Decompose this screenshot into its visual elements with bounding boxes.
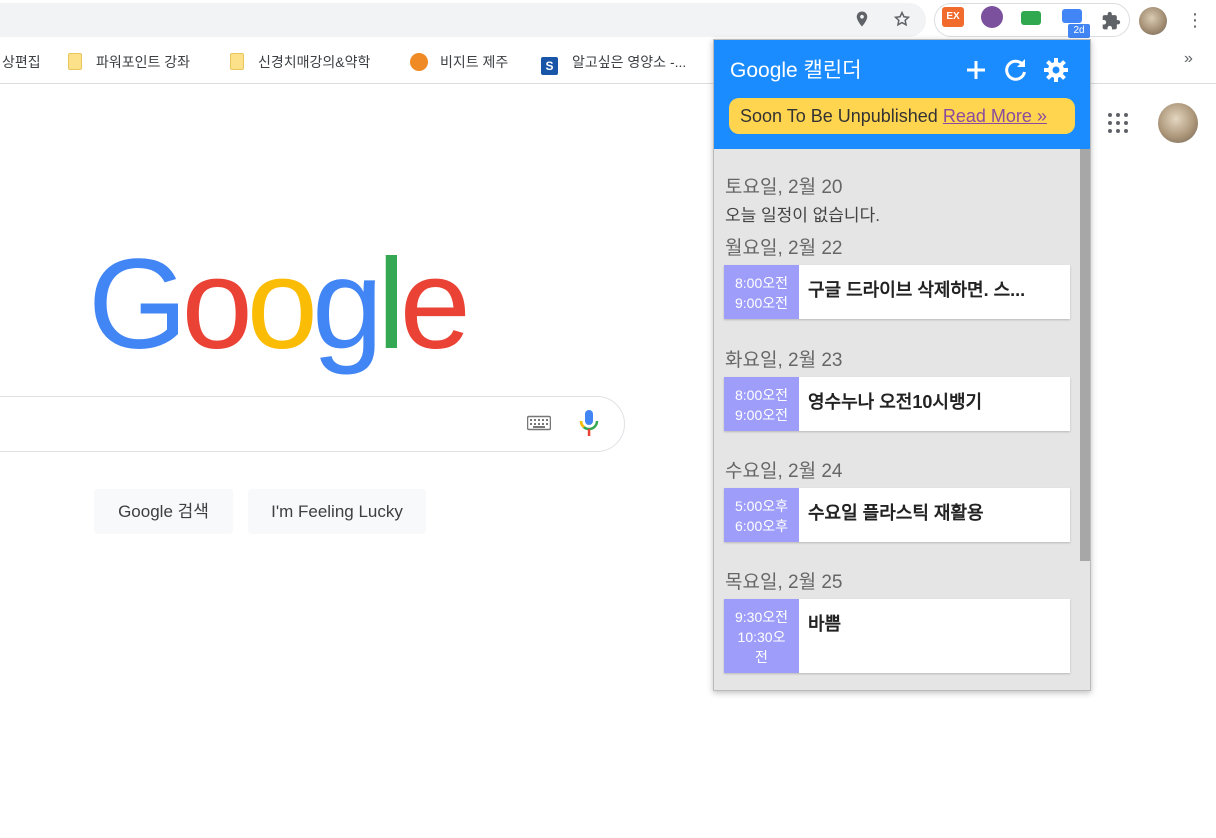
event-card[interactable]: 9:30오전 10:30오전 바쁨 [724,599,1070,673]
event-card[interactable]: 5:00오후 6:00오후 수요일 플라스틱 재활용 [724,488,1070,542]
day-header: 수요일, 2월 24 [725,461,843,482]
no-events-text: 오늘 일정이 없습니다. [725,206,880,225]
event-start: 9:30오전 [734,609,788,625]
bookmark-item[interactable]: 파워포인트 강좌 [68,52,190,72]
logo-letter: g [311,233,383,376]
event-start: 8:00오전 [734,275,788,291]
profile-avatar[interactable] [1139,7,1167,35]
bookmark-item[interactable]: S 알고싶은 영양소 -... [541,52,687,75]
event-title: 바쁨 [808,614,842,634]
event-time: 5:00오후 6:00오후 [724,488,799,542]
event-time: 8:00오전 9:00오전 [724,265,799,319]
logo-letter: o [181,233,253,376]
logo-letter: l [377,233,406,376]
browser-toolbar: EX 2d ⋮ [0,0,1216,40]
event-end: 9:00오전 [734,295,788,311]
day-header: 토요일, 2월 20 [725,177,843,198]
event-title: 영수누나 오전10시뱅기 [808,392,983,412]
viber-extension-icon[interactable] [981,6,1003,28]
keyboard-icon[interactable] [526,414,552,432]
microphone-icon[interactable] [578,408,600,438]
unpublished-notice: Soon To Be Unpublished Read More » [729,98,1075,134]
s-icon: S [541,57,558,75]
location-icon[interactable] [853,10,871,28]
bookmark-label: 알고싶은 영양소 -... [572,54,687,70]
bookmark-label: 신경치매강의&약학 [258,54,371,70]
folder-icon [230,53,244,70]
event-title: 구글 드라이브 삭제하면. 스... [808,280,1026,300]
puzzle-icon[interactable] [1101,11,1121,30]
google-search-button[interactable]: Google 검색 [94,489,233,534]
day-header: 화요일, 2월 23 [725,350,843,371]
calendar-extension-icon[interactable] [1062,9,1082,23]
apps-grid-icon[interactable] [1108,113,1128,133]
calendar-header: Google 캘린더 Soon To Be Unpublished Read M… [714,40,1090,149]
kebab-icon[interactable]: ⋮ [1186,10,1204,30]
logo-letter: G [88,233,188,376]
google-logo: Google [88,233,471,376]
account-avatar[interactable] [1158,103,1198,143]
calendar-title: Google 캘린더 [730,59,862,82]
add-event-icon[interactable] [962,56,990,84]
popup-scrollbar[interactable] [1080,149,1090,561]
day-header: 월요일, 2월 22 [725,238,843,259]
event-card[interactable]: 8:00오전 9:00오전 영수누나 오전10시뱅기 [724,377,1070,431]
bookmark-label: 비지트 제주 [440,54,509,70]
bookmark-label: 파워포인트 강좌 [96,54,191,70]
bookmark-item[interactable]: 비지트 제주 [410,52,508,72]
bookmark-item[interactable]: 상편집 [2,52,41,72]
event-end: 10:30오전 [737,629,786,665]
visit-jeju-icon [410,53,428,71]
event-start: 5:00오후 [734,498,788,514]
event-end: 9:00오전 [734,407,788,423]
ex-extension-icon[interactable]: EX [942,7,964,27]
event-start: 8:00오전 [734,387,788,403]
settings-icon[interactable] [1042,56,1070,84]
bookmarks-more-button[interactable]: » [1184,50,1193,68]
day-header: 목요일, 2월 25 [725,572,843,593]
event-end: 6:00오후 [734,518,788,534]
address-bar[interactable] [0,3,926,37]
feeling-lucky-button[interactable]: I'm Feeling Lucky [248,489,426,534]
star-icon[interactable] [893,10,911,28]
read-more-link[interactable]: Read More » [943,106,1047,126]
bookmark-item[interactable]: 신경치매강의&약학 [230,52,370,72]
calendar-popup: Google 캘린더 Soon To Be Unpublished Read M… [713,39,1091,691]
event-time: 9:30오전 10:30오전 [724,599,799,673]
calendar-badge: 2d [1068,24,1090,38]
logo-letter: e [399,233,471,376]
event-title: 수요일 플라스틱 재활용 [808,503,984,523]
bookmark-label: 상편집 [2,54,41,70]
notice-text: Soon To Be Unpublished [740,106,943,126]
logo-letter: o [246,233,318,376]
refresh-icon[interactable] [1002,56,1030,84]
event-time: 8:00오전 9:00오전 [724,377,799,431]
event-card[interactable]: 8:00오전 9:00오전 구글 드라이브 삭제하면. 스... [724,265,1070,319]
folder-icon [68,53,82,70]
screen-extension-icon[interactable] [1021,11,1041,25]
